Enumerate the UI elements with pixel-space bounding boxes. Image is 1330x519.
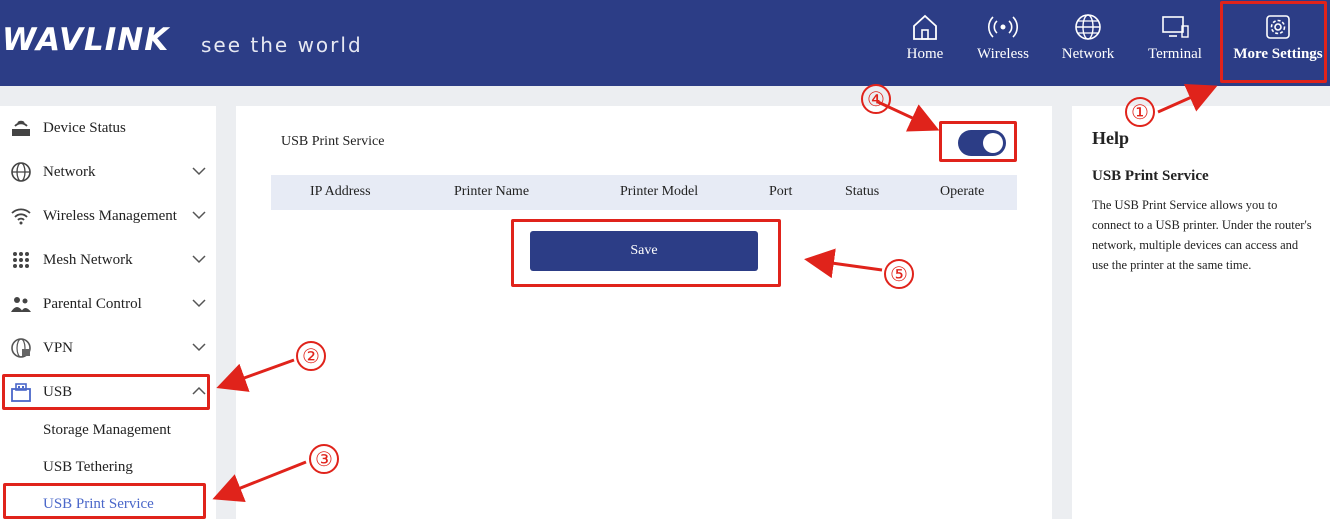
annotation-arrows [212, 84, 1218, 503]
arrow-1 [1157, 84, 1218, 114]
arrow-5 [804, 248, 883, 279]
arrow-4 [877, 100, 940, 132]
arrow-3 [212, 460, 307, 503]
arrow-2 [216, 358, 295, 392]
